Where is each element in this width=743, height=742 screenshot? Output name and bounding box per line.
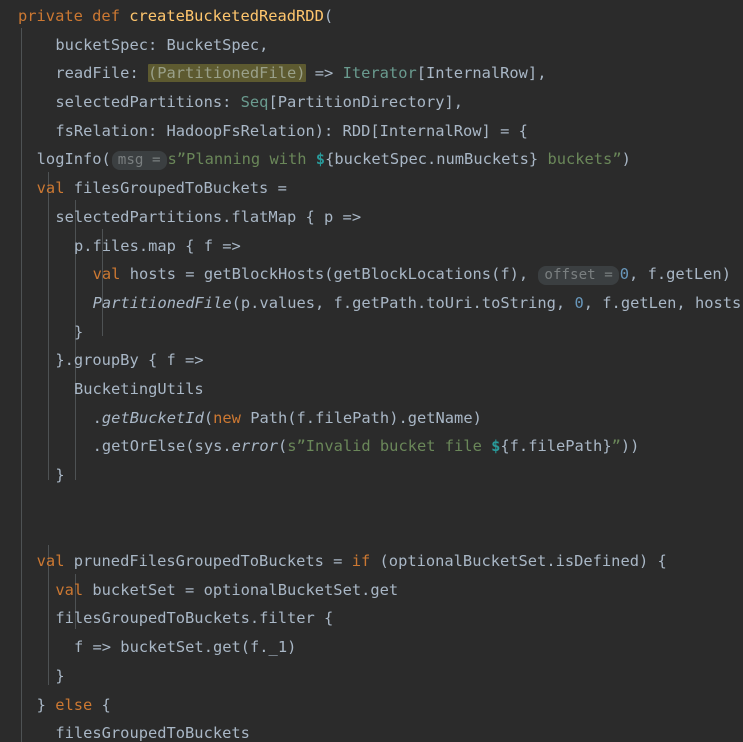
code-line[interactable]: selectedPartitions.flatMap { p => [0, 203, 743, 232]
code-token: ) [621, 150, 631, 169]
code-token: f => bucketSet.get(f._1) [73, 638, 297, 657]
keyword-token: def [92, 7, 120, 25]
code-token: } [36, 695, 56, 714]
keyword-token: val [36, 179, 65, 198]
code-line[interactable]: selectedPartitions: Seq[PartitionDirecto… [0, 88, 743, 117]
code-token: .getOrElse(sys. [92, 437, 232, 456]
code-line[interactable]: filesGroupedToBuckets [0, 719, 743, 742]
keyword-token: private [18, 7, 83, 25]
code-line[interactable]: val prunedFilesGroupedToBuckets = if (op… [0, 547, 743, 576]
code-token: (optionalBucketSet.isDefined) { [370, 552, 667, 571]
number-token: 0 [619, 265, 630, 284]
code-token: ( [277, 437, 288, 456]
code-token: [PartitionDirectory], [268, 93, 464, 112]
selection-highlight[interactable]: (PartitionedFile) [147, 64, 306, 83]
code-token: filesGroupedToBuckets = [64, 179, 287, 198]
code-token: p.files.map { f => [73, 236, 241, 255]
code-line[interactable]: val filesGroupedToBuckets = [0, 174, 743, 203]
code-line[interactable]: .getOrElse(sys.error(s”Invalid bucket fi… [0, 432, 743, 461]
code-token: logInfo( [36, 150, 111, 169]
code-line[interactable]: private def createBucketedReadRDD( [0, 2, 743, 31]
string-token: buckets” [538, 150, 622, 169]
static-method-token: PartitionedFile [92, 293, 232, 312]
code-token: ( [323, 7, 334, 25]
code-line[interactable]: BucketingUtils [0, 375, 743, 404]
code-token: bucketSet = optionalBucketSet.get [83, 580, 399, 599]
code-token: } [55, 466, 65, 484]
static-method-token: error [231, 437, 278, 456]
interpolated-expression-token: {bucketSpec.numBuckets} [325, 150, 539, 169]
code-line[interactable]: }.groupBy { f => [0, 346, 743, 375]
code-token: Path(f.filePath).getName) [240, 408, 482, 427]
code-token: (p.values, f.getPath.toUri.toString, [231, 293, 575, 312]
code-token: } [55, 666, 65, 685]
code-lines[interactable]: private def createBucketedReadRDD(bucket… [0, 0, 743, 742]
function-name-token: createBucketedReadRDD [129, 7, 324, 25]
interpolation-marker-token: $ [315, 150, 326, 169]
keyword-token: val [55, 580, 84, 599]
code-token: bucketSpec: BucketSpec, [55, 35, 269, 54]
code-token: hosts = getBlockHosts(getBlockLocations(… [120, 265, 538, 284]
keyword-token: if [351, 552, 371, 571]
code-line[interactable]: readFile: (PartitionedFile) => Iterator[… [0, 59, 743, 88]
code-token: => [305, 64, 343, 83]
code-line[interactable]: logInfo(msg = s”Planning with ${bucketSpe… [0, 145, 743, 174]
code-token: filesGroupedToBuckets.filter { [55, 609, 334, 628]
code-line[interactable]: p.files.map { f => [0, 232, 743, 261]
type-token: Iterator [342, 64, 417, 83]
code-token: , f.getLen) [629, 265, 731, 284]
code-token: prunedFilesGroupedToBuckets = [64, 552, 352, 571]
keyword-token: val [36, 552, 65, 571]
code-line[interactable]: } [0, 662, 743, 691]
code-line[interactable]: } [0, 318, 743, 347]
type-token: Seq [240, 93, 269, 112]
static-method-token: getBucketId [101, 408, 204, 427]
code-line[interactable]: filesGroupedToBuckets.filter { [0, 604, 743, 633]
code-token: , f.getLen, hosts) [583, 293, 743, 312]
code-line[interactable]: } else { [0, 691, 743, 720]
code-token: { [92, 695, 111, 714]
code-line[interactable]: val hosts = getBlockHosts(getBlockLocati… [0, 260, 743, 289]
keyword-token: else [55, 695, 93, 714]
code-line[interactable]: f => bucketSet.get(f._1) [0, 633, 743, 662]
inlay-parameter-hint[interactable]: offset = [538, 266, 619, 286]
code-line[interactable]: val bucketSet = optionalBucketSet.get [0, 576, 743, 605]
code-token: fsRelation: HadoopFsRelation): RDD[Inter… [55, 121, 528, 140]
string-token: s”Planning with [167, 150, 316, 169]
code-editor[interactable]: private def createBucketedReadRDD(bucket… [0, 0, 743, 742]
code-line[interactable]: PartitionedFile(p.values, f.getPath.toUr… [0, 289, 743, 318]
code-token: } [73, 322, 84, 341]
code-token: filesGroupedToBuckets [55, 724, 250, 742]
keyword-token: new [213, 408, 241, 427]
code-token: selectedPartitions: [55, 93, 241, 112]
code-token: )) [620, 437, 640, 456]
code-token: . [92, 408, 102, 427]
code-token: }.groupBy { f => [55, 351, 204, 370]
code-token: [InternalRow], [416, 64, 547, 83]
interpolation-marker-token: $ [491, 437, 501, 456]
number-token: 0 [574, 293, 584, 312]
string-token: ” [611, 437, 621, 456]
code-line[interactable]: fsRelation: HadoopFsRelation): RDD[Inter… [0, 117, 743, 146]
code-token: ( [203, 408, 214, 427]
inlay-parameter-hint[interactable]: msg = [111, 151, 167, 171]
code-line[interactable] [0, 518, 743, 547]
string-token: s”Invalid bucket file [287, 437, 492, 456]
code-line[interactable]: .getBucketId(new Path(f.filePath).getNam… [0, 404, 743, 433]
code-line[interactable]: bucketSpec: BucketSpec, [0, 31, 743, 60]
code-token: readFile: [55, 64, 148, 83]
code-token: BucketingUtils [73, 379, 204, 398]
interpolated-expression-token: {f.filePath} [500, 437, 612, 456]
keyword-token: val [92, 265, 121, 284]
code-line[interactable]: } [0, 461, 743, 490]
code-token: selectedPartitions.flatMap { p => [55, 207, 362, 226]
code-line[interactable] [0, 490, 743, 519]
